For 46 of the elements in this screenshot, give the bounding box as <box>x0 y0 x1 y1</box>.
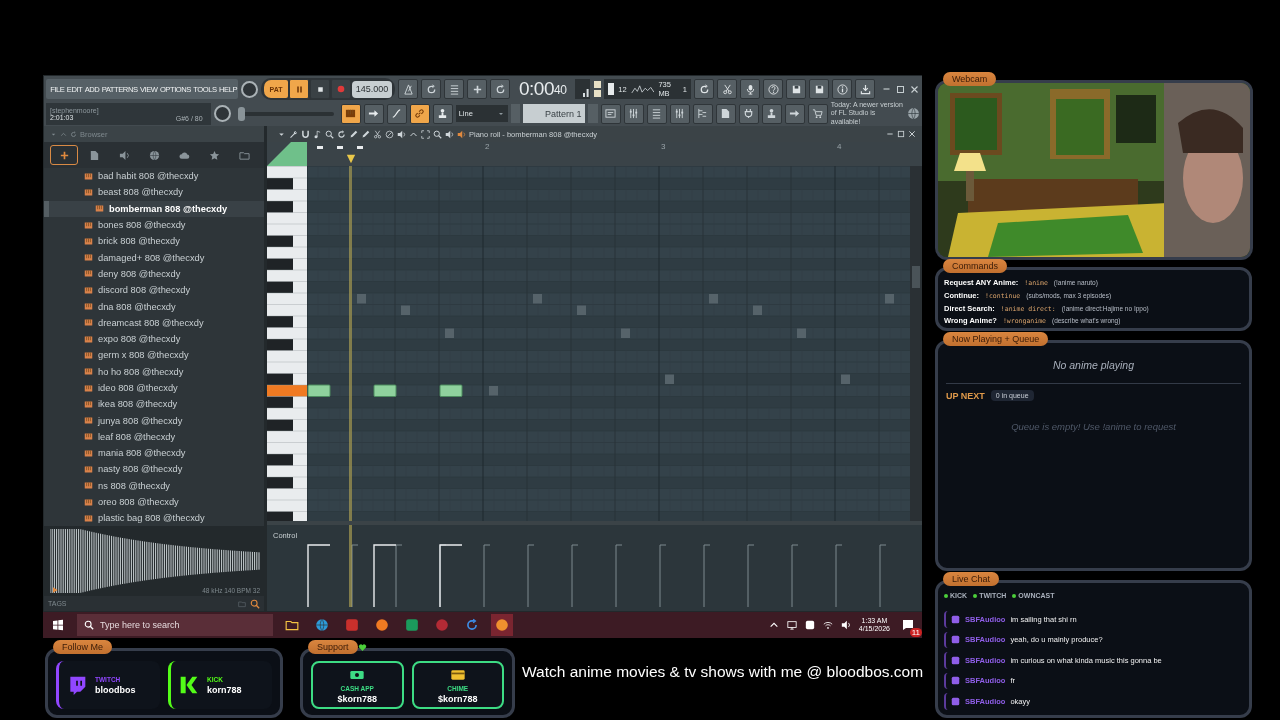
clock-minutes: 0:00 <box>519 78 554 100</box>
tempo-display[interactable]: 145.000 <box>352 80 392 98</box>
browser-item[interactable]: leaf 808 @thecxdy <box>44 428 264 446</box>
account-handle: bloodbos <box>95 684 136 695</box>
browser-item[interactable]: oreo 808 @thecxdy <box>44 493 264 511</box>
browser-item[interactable]: beast 808 @thecxdy <box>44 184 264 201</box>
taskbar-search-field[interactable]: Type here to search <box>77 614 273 636</box>
browser-item[interactable]: junya 808 @thecxdy <box>44 412 264 429</box>
browser-item[interactable]: deny 808 @thecxdy <box>44 265 264 283</box>
browser-item[interactable]: dna 808 @thecxdy <box>44 298 264 315</box>
account-handle: korn788 <box>207 684 242 695</box>
payment-handle: $korn788 <box>337 693 377 704</box>
panel-tag: Now Playing + Queue <box>943 332 1049 346</box>
browser-item[interactable]: bones 808 @thecxdy <box>44 216 264 234</box>
pattern-selector[interactable]: Pattern 1 <box>522 104 586 123</box>
panel-tag: Live Chat <box>943 572 1000 586</box>
browser-item[interactable]: ns 808 @thecxdy <box>44 477 264 494</box>
up-next-heading: UP NEXT <box>946 390 985 401</box>
bar-number: 2 <box>485 142 490 151</box>
now-playing-text: No anime playing <box>1051 359 1136 371</box>
banner-text: Watch anime movies & tv shows with me @ bloodbos.com <box>522 663 924 680</box>
search-placeholder: Type here to search <box>100 620 180 630</box>
browser-item[interactable]: ikea 808 @thecxdy <box>44 396 264 413</box>
notification-count: 11 <box>909 628 922 637</box>
payment-handle: $korn788 <box>438 693 478 704</box>
browser-item[interactable]: damaged+ 808 @thecxdy <box>44 249 264 266</box>
browser-item[interactable]: mania 808 @thecxdy <box>44 445 264 462</box>
browser-item[interactable]: germ x 808 @thecxdy <box>44 347 264 364</box>
panel-tag: Webcam <box>943 72 997 86</box>
panel-tag: Follow Me <box>53 640 112 654</box>
empty-queue-text: Queue is empty! Use !anime to request <box>1010 421 1177 432</box>
browser-item[interactable]: brick 808 @thecxdy <box>44 233 264 250</box>
browser-item[interactable]: ideo 808 @thecxdy <box>44 379 264 397</box>
bar-number: 3 <box>661 142 666 151</box>
browser-item[interactable]: dreamcast 808 @thecxdy <box>44 314 264 331</box>
browser-item[interactable]: discord 808 @thecxdy <box>44 282 264 299</box>
panel-tag: Commands <box>943 259 1007 273</box>
browser-item[interactable]: plastic bag 808 @thecxdy <box>44 510 264 526</box>
browser-item[interactable]: expo 808 @thecxdy <box>44 330 264 348</box>
browser-item[interactable]: bomberman 808 @thecxdy <box>44 200 264 217</box>
browser-item[interactable]: ho ho 808 @thecxdy <box>44 363 264 380</box>
browser-item[interactable]: bad habit 808 @thecxdy <box>44 168 264 185</box>
browser-item[interactable]: nasty 808 @thecxdy <box>44 461 264 478</box>
clock-seconds: 40 <box>554 83 567 97</box>
panel-tag: Support <box>308 640 358 654</box>
bar-number: 4 <box>837 142 842 151</box>
